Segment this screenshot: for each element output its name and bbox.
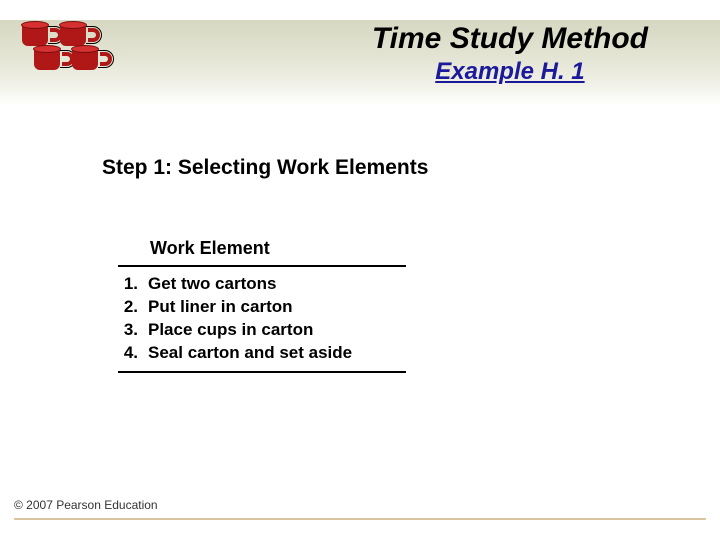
row-text: Get two cartons bbox=[148, 273, 276, 296]
title-block: Time Study Method Example H. 1 bbox=[372, 22, 648, 86]
slide-title: Time Study Method bbox=[372, 22, 648, 56]
table-row: 4. Seal carton and set aside bbox=[118, 342, 396, 365]
row-number: 3. bbox=[118, 319, 148, 342]
copyright-footer: © 2007 Pearson Education bbox=[14, 498, 158, 512]
table-row: 3. Place cups in carton bbox=[118, 319, 396, 342]
table-row: 1. Get two cartons bbox=[118, 273, 396, 296]
row-text: Place cups in carton bbox=[148, 319, 313, 342]
row-text: Seal carton and set aside bbox=[148, 342, 352, 365]
row-text: Put liner in carton bbox=[148, 296, 293, 319]
slide-subtitle: Example H. 1 bbox=[372, 58, 648, 86]
table-row: 2. Put liner in carton bbox=[118, 296, 396, 319]
step-heading: Step 1: Selecting Work Elements bbox=[102, 156, 428, 180]
row-number: 1. bbox=[118, 273, 148, 296]
table-header: Work Element bbox=[118, 236, 406, 267]
work-element-table: Work Element 1. Get two cartons 2. Put l… bbox=[118, 236, 406, 373]
footer-divider bbox=[14, 518, 706, 520]
row-number: 2. bbox=[118, 296, 148, 319]
row-number: 4. bbox=[118, 342, 148, 365]
cups-icon bbox=[18, 16, 118, 86]
table-body: 1. Get two cartons 2. Put liner in carto… bbox=[118, 267, 406, 373]
